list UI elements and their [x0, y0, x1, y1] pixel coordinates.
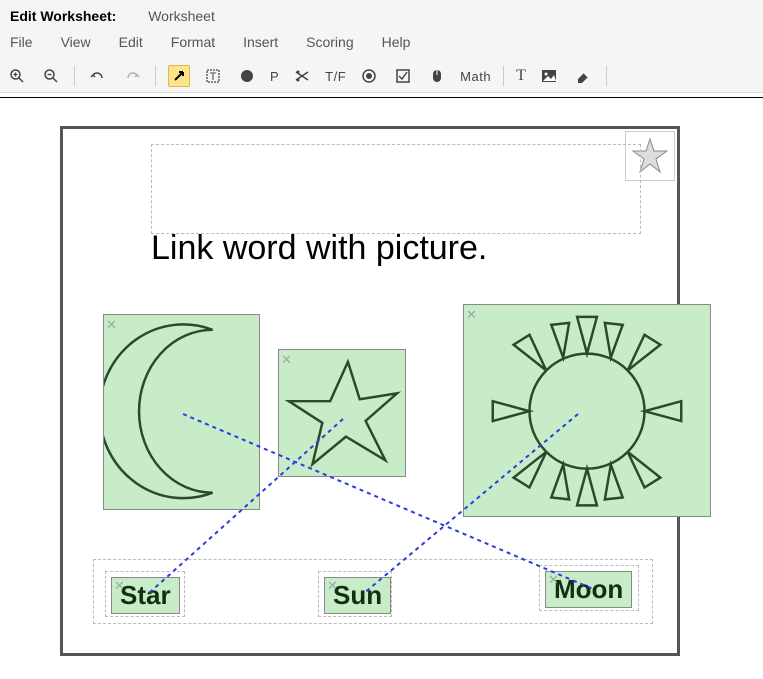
close-icon[interactable]: ✕ [327, 578, 338, 594]
word-box-sun[interactable]: ✕ Sun [324, 577, 391, 614]
menu-bar: File View Edit Format Insert Scoring Hel… [0, 30, 763, 60]
word-label: Star [120, 580, 171, 610]
menu-edit[interactable]: Edit [115, 32, 147, 52]
menu-file[interactable]: File [6, 32, 37, 52]
toolbar-separator [503, 66, 504, 86]
menu-insert[interactable]: Insert [239, 32, 282, 52]
textbox-tool-icon[interactable]: T [202, 65, 224, 87]
image-tool-icon[interactable] [538, 65, 560, 87]
close-icon[interactable]: ✕ [114, 578, 125, 594]
canvas-area[interactable]: Link word with picture. ✕ ✕ ✕ [0, 98, 763, 666]
mouse-icon[interactable] [426, 65, 448, 87]
close-icon[interactable]: ✕ [548, 572, 559, 588]
instruction-text[interactable]: Link word with picture. [151, 229, 487, 268]
worksheet-name[interactable]: Worksheet [148, 8, 215, 24]
toolbar-separator [155, 66, 156, 86]
worksheet-page[interactable]: Link word with picture. ✕ ✕ ✕ [60, 126, 680, 656]
radio-icon[interactable] [358, 65, 380, 87]
circle-fill-icon[interactable] [236, 65, 258, 87]
checkbox-icon[interactable] [392, 65, 414, 87]
svg-text:T: T [210, 71, 217, 83]
eraser-icon[interactable] [572, 65, 594, 87]
redo-icon[interactable] [121, 65, 143, 87]
sun-icon [464, 305, 710, 516]
menu-view[interactable]: View [57, 32, 95, 52]
undo-icon[interactable] [87, 65, 109, 87]
word-label: Sun [333, 580, 382, 610]
text-tool[interactable]: T [516, 67, 526, 85]
image-box-moon[interactable]: ✕ [103, 314, 260, 510]
toolbar-separator [74, 66, 75, 86]
word-label: Moon [554, 574, 623, 604]
zoom-out-icon[interactable] [40, 65, 62, 87]
shuffle-icon[interactable] [291, 65, 313, 87]
toolbar: T P T/F Math T [0, 60, 763, 93]
menu-format[interactable]: Format [167, 32, 219, 52]
word-box-star[interactable]: ✕ Star [111, 577, 180, 614]
selection-outline [151, 144, 641, 234]
title-label: Edit Worksheet: [10, 8, 116, 24]
paragraph-tool[interactable]: P [270, 69, 279, 84]
menu-scoring[interactable]: Scoring [302, 32, 357, 52]
math-tool[interactable]: Math [460, 69, 491, 84]
moon-icon [104, 315, 259, 509]
menu-help[interactable]: Help [378, 32, 415, 52]
star-icon [279, 350, 405, 476]
truefalse-tool[interactable]: T/F [325, 69, 346, 84]
toolbar-separator [606, 66, 607, 86]
image-box-sun[interactable]: ✕ [463, 304, 711, 517]
title-bar: Edit Worksheet: Worksheet [0, 0, 763, 30]
image-box-star[interactable]: ✕ [278, 349, 406, 477]
word-box-moon[interactable]: ✕ Moon [545, 571, 632, 608]
zoom-in-icon[interactable] [6, 65, 28, 87]
pointer-tool-icon[interactable] [168, 65, 190, 87]
